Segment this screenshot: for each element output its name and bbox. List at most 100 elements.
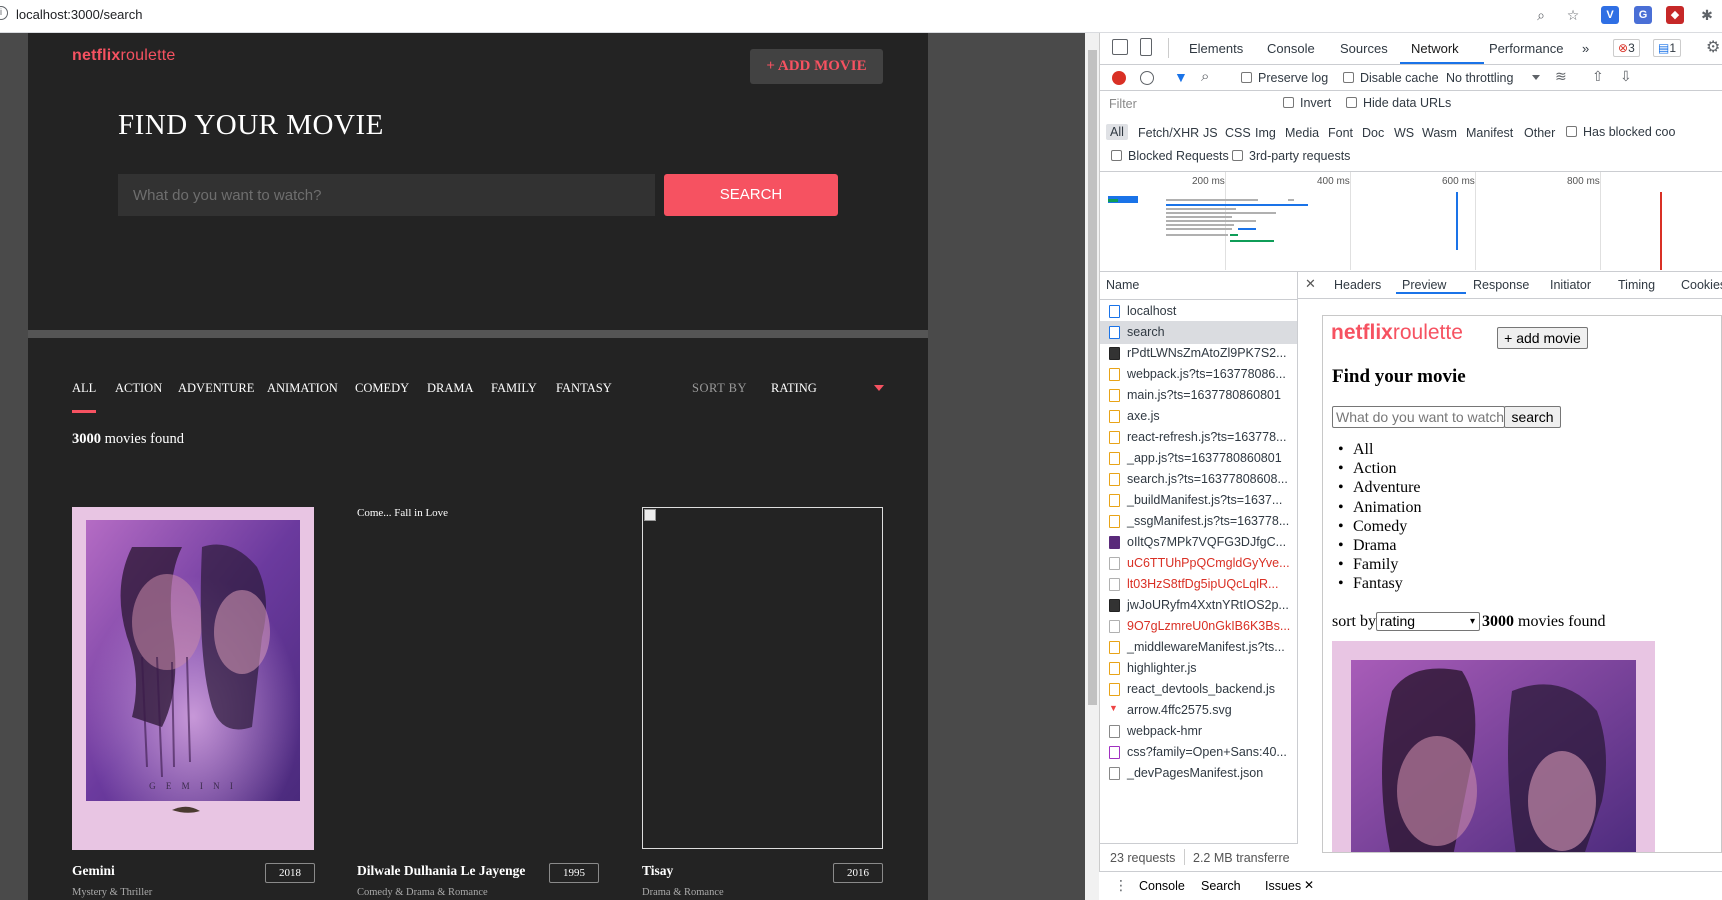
request-row[interactable]: search <box>1100 321 1297 344</box>
close-issues-icon[interactable]: ✕ <box>1304 878 1314 892</box>
tab-preview[interactable]: Preview <box>1402 278 1446 292</box>
network-overview-timeline[interactable]: 200 ms 400 ms 600 ms 800 ms <box>1100 172 1722 271</box>
request-row[interactable]: lt03HzS8tfDg5ipUQcLqlR... <box>1100 573 1297 596</box>
throttling-dropdown-icon[interactable] <box>1532 75 1540 80</box>
import-har-icon[interactable]: ⇧ <box>1592 68 1604 85</box>
genre-tab-animation[interactable]: ANIMATION <box>267 381 338 396</box>
request-row[interactable]: ▼ arrow.4ffc2575.svg <box>1100 699 1297 722</box>
throttling-select[interactable]: No throttling <box>1446 71 1513 85</box>
tab-console[interactable]: Console <box>1267 41 1315 56</box>
page-scrollbar-thumb[interactable] <box>1088 50 1097 705</box>
genre-tab-action[interactable]: ACTION <box>115 381 162 396</box>
translate-extension-icon[interactable]: G <box>1634 6 1652 24</box>
disable-cache-checkbox[interactable]: Disable cache <box>1343 71 1439 85</box>
add-movie-button[interactable]: + ADD MOVIE <box>750 49 883 84</box>
has-blocked-cookies-checkbox[interactable]: Has blocked coo <box>1566 125 1675 139</box>
record-icon[interactable] <box>1112 71 1126 85</box>
drawer-tab-issues[interactable]: Issues <box>1265 879 1301 893</box>
type-filter-doc[interactable]: Doc <box>1362 126 1384 140</box>
request-row[interactable]: _ssgManifest.js?ts=163778... <box>1100 510 1297 533</box>
request-row[interactable]: _middlewareManifest.js?ts... <box>1100 636 1297 659</box>
request-row[interactable]: rPdtLWNsZmAtoZl9PK7S2... <box>1100 342 1297 365</box>
type-filter-css[interactable]: CSS <box>1225 126 1251 140</box>
genre-tab-adventure[interactable]: ADVENTURE <box>178 381 254 396</box>
type-filter-all[interactable]: All <box>1106 124 1128 140</box>
request-row[interactable]: 9O7gLzmreU0nGkIB6K3Bs... <box>1100 615 1297 638</box>
genre-tab-fantasy[interactable]: FANTASY <box>556 381 612 396</box>
site-info-icon[interactable]: i <box>0 6 8 20</box>
request-row[interactable]: webpack-hmr <box>1100 720 1297 743</box>
tab-sources[interactable]: Sources <box>1340 41 1388 56</box>
close-detail-icon[interactable]: ✕ <box>1305 276 1316 292</box>
movie-title[interactable]: Tisay <box>642 863 673 879</box>
type-filter-font[interactable]: Font <box>1328 126 1353 140</box>
preview-sort-select[interactable]: rating ▾ <box>1376 612 1480 631</box>
movie-search-input[interactable] <box>118 174 655 216</box>
drawer-tab-search[interactable]: Search <box>1201 879 1241 893</box>
export-har-icon[interactable]: ⇩ <box>1620 68 1632 85</box>
tab-cookies[interactable]: Cookies <box>1681 278 1722 292</box>
app-logo[interactable]: netflixroulette <box>72 47 176 65</box>
tab-initiator[interactable]: Initiator <box>1550 278 1591 292</box>
network-filter-input[interactable]: Filter <box>1104 94 1269 114</box>
type-filter-fetch-xhr[interactable]: Fetch/XHR <box>1138 126 1199 140</box>
movie-poster-broken[interactable]: Come... Fall in Love <box>357 507 599 850</box>
type-filter-media[interactable]: Media <box>1285 126 1319 140</box>
bookmark-star-icon[interactable]: ☆ <box>1564 6 1582 24</box>
request-row[interactable]: _buildManifest.js?ts=1637... <box>1100 489 1297 512</box>
type-filter-ws[interactable]: WS <box>1394 126 1414 140</box>
preview-search-input[interactable]: What do you want to watch? <box>1332 406 1505 428</box>
preview-search-button[interactable]: search <box>1504 406 1561 428</box>
drawer-tab-console[interactable]: Console <box>1139 879 1185 893</box>
request-row[interactable]: css?family=Open+Sans:40... <box>1100 741 1297 764</box>
v-extension-icon[interactable]: V <box>1601 6 1619 24</box>
url-text[interactable]: localhost:3000/search <box>16 7 142 22</box>
settings-gear-icon[interactable]: ⚙ <box>1706 37 1720 57</box>
extensions-puzzle-icon[interactable]: ✱ <box>1698 6 1716 24</box>
error-count-badge[interactable]: ⊗3 <box>1613 39 1640 57</box>
movie-poster-empty[interactable] <box>642 507 883 849</box>
search-icon[interactable]: ⌕ <box>1201 68 1209 85</box>
drawer-menu-icon[interactable]: ⋮ <box>1114 877 1128 894</box>
clear-icon[interactable] <box>1140 71 1154 85</box>
request-row[interactable]: webpack.js?ts=163778086... <box>1100 363 1297 386</box>
genre-tab-all[interactable]: ALL <box>72 381 96 396</box>
type-filter-manifest[interactable]: Manifest <box>1466 126 1513 140</box>
network-conditions-icon[interactable]: ≋ <box>1555 68 1567 85</box>
filter-funnel-icon[interactable]: ▼ <box>1174 69 1188 85</box>
request-row[interactable]: react-refresh.js?ts=163778... <box>1100 426 1297 449</box>
zoom-icon[interactable]: ⌕ <box>1532 6 1550 24</box>
sort-dropdown-arrow-icon[interactable] <box>874 385 884 391</box>
tab-timing[interactable]: Timing <box>1618 278 1655 292</box>
request-row[interactable]: _app.js?ts=1637780860801 <box>1100 447 1297 470</box>
request-row[interactable]: uC6TTUhPpQCmgldGyYve... <box>1100 552 1297 575</box>
request-row[interactable]: _devPagesManifest.json <box>1100 762 1297 785</box>
hide-data-urls-checkbox[interactable]: Hide data URLs <box>1346 96 1451 110</box>
tab-elements[interactable]: Elements <box>1189 41 1243 56</box>
type-filter-other[interactable]: Other <box>1524 126 1555 140</box>
sort-select-value[interactable]: RATING <box>771 381 817 396</box>
genre-tab-comedy[interactable]: COMEDY <box>355 381 409 396</box>
request-row[interactable]: localhost <box>1100 300 1297 323</box>
request-row[interactable]: axe.js <box>1100 405 1297 428</box>
preview-add-movie-button[interactable]: + add movie <box>1497 327 1588 349</box>
tab-performance[interactable]: Performance <box>1489 41 1563 56</box>
blocked-requests-checkbox[interactable]: Blocked Requests <box>1111 149 1229 163</box>
request-row[interactable]: oIltQs7MPk7VQFG3DJfgC... <box>1100 531 1297 554</box>
request-row[interactable]: main.js?ts=1637780860801 <box>1100 384 1297 407</box>
tab-response[interactable]: Response <box>1473 278 1529 292</box>
inspect-element-icon[interactable] <box>1112 39 1128 55</box>
red-extension-icon[interactable]: ◆ <box>1666 6 1684 24</box>
request-row[interactable]: search.js?ts=16377808608... <box>1100 468 1297 491</box>
search-button[interactable]: SEARCH <box>664 174 838 216</box>
preserve-log-checkbox[interactable]: Preserve log <box>1241 71 1328 85</box>
type-filter-wasm[interactable]: Wasm <box>1422 126 1457 140</box>
device-toolbar-icon[interactable] <box>1140 38 1152 56</box>
genre-tab-family[interactable]: FAMILY <box>491 381 537 396</box>
movie-title[interactable]: Dilwale Dulhania Le Jayenge <box>357 863 525 879</box>
type-filter-img[interactable]: Img <box>1255 126 1276 140</box>
movie-title[interactable]: Gemini <box>72 863 115 879</box>
name-column-header[interactable]: Name <box>1106 278 1139 292</box>
genre-tab-drama[interactable]: DRAMA <box>427 381 474 396</box>
tab-network[interactable]: Network <box>1411 41 1459 56</box>
